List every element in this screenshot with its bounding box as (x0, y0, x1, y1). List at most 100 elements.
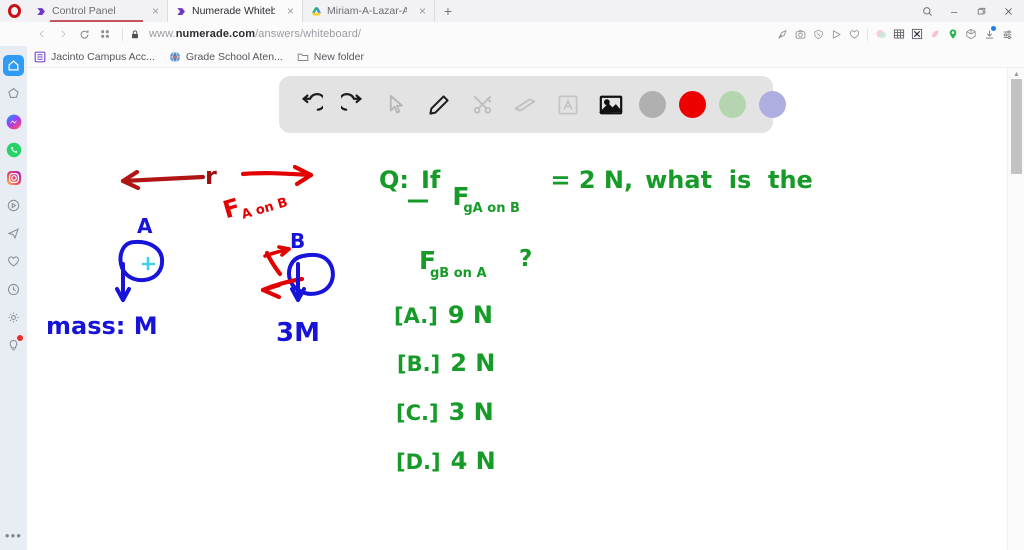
whiteboard-toolbar (279, 76, 786, 133)
mass-a-label: mass: M (46, 312, 158, 340)
distance-arrow-r-right (240, 164, 314, 187)
color-swatch-red-wrap (675, 91, 710, 118)
color-bubble-icon[interactable] (872, 23, 890, 45)
sidebar-item-history[interactable] (3, 279, 24, 300)
numerade-icon (37, 7, 45, 15)
crypto-wallet-icon[interactable] (908, 23, 926, 45)
sidebar-item-workspace[interactable] (3, 83, 24, 104)
minimize-button[interactable] (941, 0, 968, 22)
whiteboard-canvas[interactable]: r A B FA on B mass: M 3M Q: If F gA on B… (27, 68, 1007, 550)
color-swatch-purple[interactable] (759, 91, 786, 118)
download-icon[interactable] (980, 23, 998, 45)
tab-close-icon[interactable]: × (150, 5, 161, 17)
color-swatch-gray[interactable] (639, 91, 666, 118)
color-swatch-gray-wrap (635, 91, 670, 118)
scroll-thumb[interactable] (1011, 79, 1022, 174)
whiteboard-page: r A B FA on B mass: M 3M Q: If F gA on B… (27, 68, 1024, 550)
cube-icon[interactable] (962, 23, 980, 45)
browser-tab-numerade-whiteboard[interactable]: Numerade Whiteboard × (168, 0, 303, 22)
grid-icon[interactable] (890, 23, 908, 45)
send-icon[interactable] (827, 23, 845, 45)
choice-tag: [B.] (397, 352, 441, 376)
body-b-circle (287, 252, 335, 296)
back-button[interactable] (32, 24, 52, 44)
sliders-icon[interactable] (998, 23, 1016, 45)
redo-button[interactable] (334, 86, 372, 124)
numerade-icon (177, 7, 185, 15)
sidebar-item-settings[interactable] (3, 307, 24, 328)
extension-toolbar (773, 23, 1024, 45)
choice-tag: [A.] (394, 304, 438, 328)
sidebar-item-instagram[interactable] (3, 167, 24, 188)
bookmark-jacinto-campus[interactable]: Jacinto Campus Acc... (34, 51, 155, 63)
sidebar-item-telegram[interactable] (3, 223, 24, 244)
url-input[interactable]: www.numerade.com/answers/whiteboard/ (140, 28, 361, 40)
tab-search-icon[interactable] (914, 0, 941, 22)
bookmark-new-folder[interactable]: New folder (297, 51, 364, 63)
leaf-icon[interactable] (926, 23, 944, 45)
heart-icon[interactable] (845, 23, 863, 45)
tab-title: Miriam-A-Lazar-Albert-Ta (327, 5, 407, 17)
browser-tab-google-drive-doc[interactable]: Miriam-A-Lazar-Albert-Ta × (303, 0, 435, 22)
reload-button[interactable] (74, 24, 94, 44)
sidebar-item-tips[interactable] (3, 335, 24, 356)
pencil-button[interactable] (420, 86, 458, 124)
sidebar-more-button[interactable]: ••• (5, 528, 22, 543)
opera-logo-icon[interactable] (0, 0, 28, 22)
question-prefix: Q: (379, 166, 409, 194)
tab-title: Control Panel (52, 5, 116, 17)
page-scrollbar[interactable]: ▲ (1007, 68, 1024, 550)
answer-choice-d[interactable]: [D.] 4 N (396, 449, 496, 473)
body-a-label: A (137, 214, 153, 238)
select-cursor-button[interactable] (377, 86, 415, 124)
choice-tag: [C.] (396, 401, 439, 425)
question-line-1: Q: If F gA on B = 2 N, what is the (379, 166, 813, 215)
speed-dial-icon[interactable] (95, 24, 115, 44)
choice-value: 3 N (448, 398, 494, 426)
tab-close-icon[interactable]: × (285, 5, 296, 17)
body-a-circle (118, 239, 165, 283)
sidebar-item-whatsapp[interactable] (3, 139, 24, 160)
lock-icon (130, 29, 140, 40)
mass-b-label: 3M (276, 318, 320, 348)
opera-sidebar: ••• (0, 46, 27, 550)
tab-close-icon[interactable]: × (417, 5, 428, 17)
eraser-button[interactable] (506, 86, 544, 124)
browser-tab-control-panel[interactable]: Control Panel × (28, 0, 168, 22)
question-if: If (421, 166, 441, 194)
bookmark-label: Jacinto Campus Acc... (51, 50, 155, 63)
forward-button[interactable] (53, 24, 73, 44)
bookmark-grade-school[interactable]: Grade School Aten... (169, 51, 283, 63)
sidebar-item-favorites[interactable] (3, 251, 24, 272)
sidebar-item-messenger[interactable] (3, 111, 24, 132)
answer-choice-b[interactable]: [B.] 2 N (397, 351, 495, 375)
navigation-buttons (0, 24, 140, 44)
close-window-button[interactable] (995, 0, 1022, 22)
shape-tools-button[interactable] (463, 86, 501, 124)
body-a-center-marker (141, 256, 156, 271)
maximize-button[interactable] (968, 0, 995, 22)
text-button[interactable] (549, 86, 587, 124)
image-button[interactable] (592, 86, 630, 124)
adblock-icon[interactable] (809, 23, 827, 45)
distance-arrow-r (120, 169, 206, 191)
location-pin-icon[interactable] (944, 23, 962, 45)
tab-title: Numerade Whiteboard (192, 5, 275, 17)
answer-choice-a[interactable]: [A.] 9 N (394, 303, 493, 327)
sidebar-item-home[interactable] (3, 55, 24, 76)
sidebar-item-player[interactable] (3, 195, 24, 216)
color-swatch-red[interactable] (679, 91, 706, 118)
choice-tag: [D.] (396, 450, 441, 474)
url-prefix: www. (149, 28, 176, 40)
color-swatch-green-wrap (715, 91, 750, 118)
snapshot-icon[interactable] (791, 23, 809, 45)
new-tab-button[interactable]: + (435, 0, 461, 22)
color-swatch-green[interactable] (719, 91, 746, 118)
answer-choice-c[interactable]: [C.] 3 N (396, 400, 494, 424)
equals-value: = 2 N, (550, 166, 634, 194)
undo-button[interactable] (291, 86, 329, 124)
document-icon (34, 51, 46, 62)
distance-label-r: r (205, 162, 217, 190)
body-b-label: B (290, 229, 306, 253)
edit-page-icon[interactable] (773, 23, 791, 45)
